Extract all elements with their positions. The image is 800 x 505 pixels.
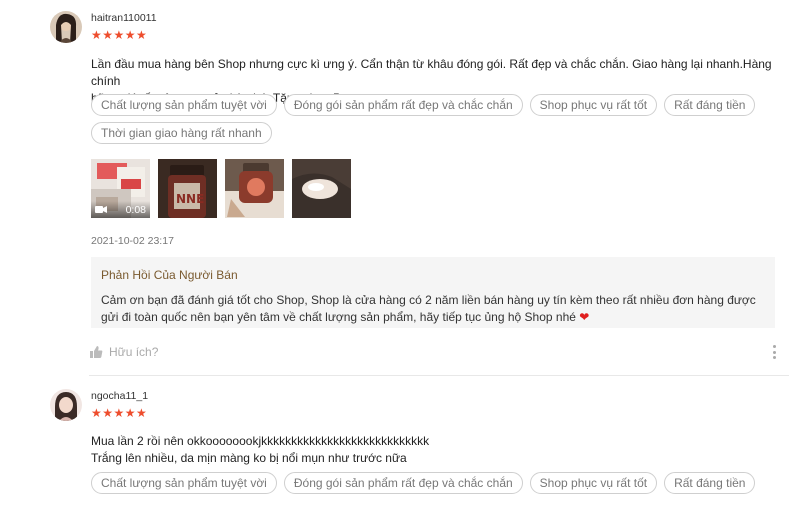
review-tag: Rất đáng tiền (664, 94, 756, 116)
thumbs-up-icon (89, 345, 103, 359)
reviewer-username[interactable]: haitran110011 (91, 12, 157, 24)
review-tag: Đóng gói sản phẩm rất đẹp và chắc chắn (283, 94, 523, 116)
rating-stars: ★★★★★ (91, 28, 148, 42)
seller-reply-text: Cảm ơn bạn đã đánh giá tốt cho Shop, Sho… (101, 292, 765, 326)
helpful-label: Hữu ích? (109, 345, 159, 359)
review-image-thumbnail[interactable]: NNE (158, 159, 217, 218)
review-comment-line: Mua lần 2 rồi nên okkoooooookjkkkkkkkkkk… (91, 434, 430, 448)
reviewer-username[interactable]: ngocha11_1 (91, 390, 148, 402)
review-item: haitran110011 ★★★★★ Lần đầu mua hàng bên… (0, 0, 800, 376)
avatar[interactable] (50, 389, 82, 421)
review-tag: Rất đáng tiền (664, 472, 756, 494)
review-timestamp: 2021-10-02 23:17 (91, 235, 174, 247)
video-duration: 0:08 (125, 203, 146, 216)
helpful-button[interactable]: Hữu ích? (89, 345, 158, 359)
review-comment-line: Lần đầu mua hàng bên Shop nhưng cực kì ư… (91, 57, 772, 88)
review-tag: Chất lượng sản phẩm tuyệt vời (91, 472, 277, 494)
avatar[interactable] (50, 11, 82, 43)
review-item: ngocha11_1 ★★★★★ Mua lần 2 rồi nên okkoo… (0, 376, 800, 505)
review-media: 0:08 NNE (91, 159, 351, 218)
review-comment: Mua lần 2 rồi nên okkoooooookjkkkkkkkkkk… (91, 433, 781, 467)
review-video-thumbnail[interactable]: 0:08 (91, 159, 150, 218)
rating-stars: ★★★★★ (91, 406, 148, 420)
review-tags: Chất lượng sản phẩm tuyệt vời Đóng gói s… (91, 94, 781, 144)
review-tag: Shop phục vụ rất tốt (529, 472, 658, 494)
review-tags: Chất lượng sản phẩm tuyệt vời Đóng gói s… (91, 472, 781, 494)
svg-text:NNE: NNE (176, 192, 204, 206)
seller-reply: Phản Hồi Của Người Bán Cảm ơn bạn đã đán… (91, 257, 775, 328)
review-tag: Chất lượng sản phẩm tuyệt vời (91, 94, 277, 116)
review-tag: Thời gian giao hàng rất nhanh (91, 122, 272, 144)
more-vertical-icon[interactable] (771, 345, 777, 359)
review-image-thumbnail[interactable] (225, 159, 284, 218)
video-meta: 0:08 (91, 201, 150, 218)
seller-reply-title: Phản Hồi Của Người Bán (101, 268, 238, 282)
review-image-thumbnail[interactable] (292, 159, 351, 218)
review-tag: Shop phục vụ rất tốt (529, 94, 658, 116)
review-comment-line: Trắng lên nhiều, da mịn màng ko bị nổi m… (91, 451, 407, 465)
video-camera-icon (95, 205, 107, 214)
seller-reply-body: Cảm ơn bạn đã đánh giá tốt cho Shop, Sho… (101, 293, 756, 324)
heart-icon: ❤ (579, 310, 590, 324)
review-tag: Đóng gói sản phẩm rất đẹp và chắc chắn (283, 472, 523, 494)
